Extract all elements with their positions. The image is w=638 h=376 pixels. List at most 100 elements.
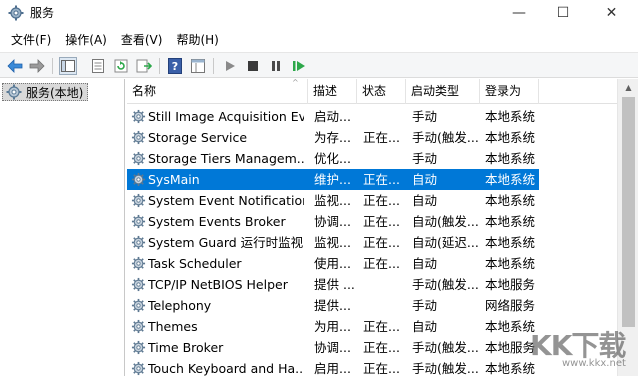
tree-item-services-local[interactable]: 服务(本地) bbox=[2, 83, 89, 101]
service-description: 启用... bbox=[314, 361, 351, 376]
start-icon[interactable] bbox=[221, 57, 239, 75]
close-button[interactable]: ✕ bbox=[585, 0, 638, 26]
service-status: 正在... bbox=[363, 235, 400, 250]
service-status: 正在... bbox=[363, 172, 400, 187]
pause-icon[interactable] bbox=[267, 57, 285, 75]
watermark-url: www.kkx.net bbox=[562, 358, 626, 369]
service-log-on-as: 网络服务 bbox=[485, 298, 536, 313]
service-row[interactable]: Storage Service 为存... 正在... 手动(触发... 本地系统 bbox=[127, 127, 539, 148]
menu-view[interactable]: 查看(V) bbox=[114, 29, 170, 51]
sort-ascending-icon: ^ bbox=[292, 79, 299, 87]
scrollbar-thumb[interactable] bbox=[622, 97, 635, 327]
refresh-icon[interactable] bbox=[112, 57, 130, 75]
service-row[interactable]: Task Scheduler 使用... 正在... 自动 本地系统 bbox=[127, 253, 539, 274]
service-row[interactable]: Telephony 提供... 手动 网络服务 bbox=[127, 295, 539, 316]
service-startup-type: 自动(触发... bbox=[412, 214, 478, 229]
service-status: 正在... bbox=[363, 361, 400, 376]
forward-icon[interactable] bbox=[28, 57, 46, 75]
column-name[interactable]: 名称 bbox=[127, 79, 308, 104]
properties-icon[interactable] bbox=[89, 57, 107, 75]
show-tree-icon[interactable] bbox=[59, 57, 77, 75]
svg-text:?: ? bbox=[172, 60, 178, 73]
maximize-button[interactable]: ☐ bbox=[541, 0, 585, 26]
service-status: 正在... bbox=[363, 193, 400, 208]
service-startup-type: 自动 bbox=[412, 193, 438, 208]
toolbar: ? bbox=[0, 52, 638, 78]
service-name: TCP/IP NetBIOS Helper bbox=[148, 277, 288, 292]
service-gear-icon bbox=[131, 277, 146, 292]
service-name: Task Scheduler bbox=[148, 256, 242, 271]
service-name: Touch Keyboard and Ha... bbox=[148, 361, 304, 376]
service-gear-icon bbox=[131, 130, 146, 145]
service-row[interactable]: System Event Notification... 监视... 正在... 自动… bbox=[127, 190, 539, 211]
service-name: Storage Service bbox=[148, 130, 248, 145]
minimize-button[interactable]: — bbox=[497, 0, 541, 26]
column-description-label: 描述 bbox=[313, 84, 338, 98]
service-log-on-as: 本地系统 bbox=[485, 235, 536, 250]
service-status bbox=[363, 295, 405, 316]
service-description: 提供... bbox=[314, 298, 351, 313]
service-gear-icon bbox=[131, 298, 146, 313]
toolbar-separator bbox=[52, 58, 53, 74]
column-header: 名称 ^ 描述 状态 启动类型 登录为 bbox=[127, 79, 617, 104]
service-row[interactable]: Storage Tiers Managem... 优化... 手动 本地系统 bbox=[127, 148, 539, 169]
service-log-on-as: 本地服务 bbox=[485, 277, 536, 292]
service-name: SysMain bbox=[148, 172, 200, 187]
service-row[interactable]: System Guard 运行时监视... 监视... 正在... 自动(延迟... 本… bbox=[127, 232, 539, 253]
service-startup-type: 自动 bbox=[412, 319, 438, 334]
service-gear-icon bbox=[131, 109, 146, 124]
column-startup-type[interactable]: 启动类型 bbox=[406, 79, 480, 104]
service-log-on-as: 本地系统 bbox=[485, 193, 536, 208]
service-row[interactable]: Touch Keyboard and Ha... 启用... 正在... 手动(触发.… bbox=[127, 358, 539, 376]
menu-action[interactable]: 操作(A) bbox=[58, 29, 114, 51]
service-description: 协调... bbox=[314, 214, 351, 229]
window-title: 服务 bbox=[30, 6, 55, 20]
service-name: System Event Notification... bbox=[148, 193, 304, 208]
service-log-on-as: 本地系统 bbox=[485, 256, 536, 271]
service-name: System Events Broker bbox=[148, 214, 286, 229]
scroll-up-arrow-icon[interactable]: ▲ bbox=[618, 79, 638, 96]
column-startup-label: 启动类型 bbox=[411, 84, 460, 98]
column-status[interactable]: 状态 bbox=[357, 79, 406, 104]
service-row[interactable]: TCP/IP NetBIOS Helper 提供 ... 手动(触发... 本地服务 bbox=[127, 274, 539, 295]
service-startup-type: 自动 bbox=[412, 256, 438, 271]
service-description: 监视... bbox=[314, 235, 351, 250]
column-status-label: 状态 bbox=[362, 84, 387, 98]
export-icon[interactable] bbox=[135, 57, 153, 75]
menu-file[interactable]: 文件(F) bbox=[4, 29, 58, 51]
menu-help[interactable]: 帮助(H) bbox=[169, 29, 225, 51]
service-description: 提供 ... bbox=[314, 277, 355, 292]
view-icon[interactable] bbox=[189, 57, 207, 75]
service-gear-icon bbox=[131, 319, 146, 334]
back-icon[interactable] bbox=[6, 57, 24, 75]
service-gear-icon bbox=[131, 361, 146, 376]
service-log-on-as: 本地系统 bbox=[485, 214, 536, 229]
toolbar-separator bbox=[159, 58, 160, 74]
service-row[interactable]: Themes 为用... 正在... 自动 本地系统 bbox=[127, 316, 539, 337]
service-startup-type: 手动(触发... bbox=[412, 361, 478, 376]
service-gear-icon bbox=[131, 151, 146, 166]
service-status bbox=[363, 106, 405, 127]
menu-bar: 文件(F) 操作(A) 查看(V) 帮助(H) bbox=[0, 29, 638, 51]
service-startup-type: 自动 bbox=[412, 172, 438, 187]
column-name-label: 名称 bbox=[132, 84, 157, 98]
service-startup-type: 自动(延迟... bbox=[412, 235, 478, 250]
service-description: 为用... bbox=[314, 319, 351, 334]
service-row[interactable]: SysMain 维护... 正在... 自动 本地系统 bbox=[127, 169, 539, 190]
help-icon[interactable]: ? bbox=[166, 57, 184, 75]
service-log-on-as: 本地系统 bbox=[485, 151, 536, 166]
service-row[interactable]: Time Broker 协调... 正在... 手动(触发... 本地服务 bbox=[127, 337, 539, 358]
stop-icon[interactable] bbox=[244, 57, 262, 75]
service-row[interactable]: Still Image Acquisition Ev... 启动... 手动 本地系统 bbox=[127, 106, 539, 127]
service-startup-type: 手动(触发... bbox=[412, 340, 478, 355]
column-logon-label: 登录为 bbox=[485, 84, 522, 98]
service-row[interactable]: System Events Broker 协调... 正在... 自动(触发... 本地… bbox=[127, 211, 539, 232]
service-gear-icon bbox=[131, 193, 146, 208]
watermark-logo: KK下载 www.kkx.net bbox=[520, 318, 632, 374]
service-name: Storage Tiers Managem... bbox=[148, 151, 304, 166]
column-description[interactable]: 描述 bbox=[308, 79, 357, 104]
title-bar: 服务 — ☐ ✕ bbox=[0, 0, 638, 26]
service-status bbox=[363, 148, 405, 169]
column-log-on-as[interactable]: 登录为 bbox=[480, 79, 539, 104]
restart-icon[interactable] bbox=[290, 57, 308, 75]
